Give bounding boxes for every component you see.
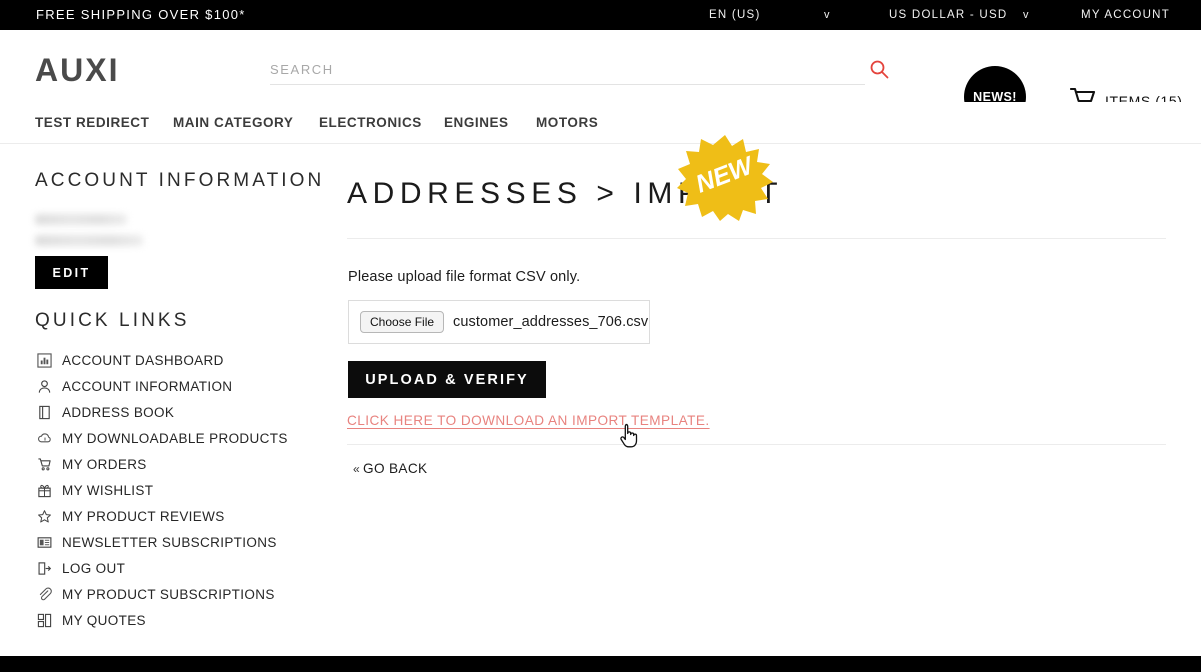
chevron-down-icon-language[interactable]: v bbox=[824, 9, 831, 21]
upload-instruction: Please upload file format CSV only. bbox=[348, 269, 581, 285]
sidebar-item-label: MY ORDERS bbox=[62, 456, 147, 472]
page-root: FREE SHIPPING OVER $100* EN (US) v US DO… bbox=[0, 0, 1201, 672]
nav-item-engines[interactable]: ENGINES bbox=[444, 115, 509, 130]
newsletter-icon bbox=[35, 533, 54, 551]
sidebar-item-label: ADDRESS BOOK bbox=[62, 404, 175, 420]
book-icon bbox=[35, 403, 54, 421]
site-logo[interactable]: AUXI bbox=[35, 52, 119, 89]
go-back-link[interactable]: «GO BACK bbox=[353, 461, 427, 476]
choose-file-button[interactable]: Choose File bbox=[360, 311, 445, 333]
sidebar-item-label: ACCOUNT INFORMATION bbox=[62, 378, 233, 394]
sidebar-item-log-out[interactable]: LOG OUT bbox=[35, 555, 315, 581]
new-starburst-badge: NEW bbox=[677, 133, 773, 221]
paperclip-icon bbox=[35, 585, 54, 603]
quick-links-heading: QUICK LINKS bbox=[35, 310, 190, 331]
search-icon[interactable] bbox=[869, 59, 889, 84]
account-sidebar: ACCOUNT INFORMATION EDIT QUICK LINKS ACC… bbox=[0, 144, 321, 656]
go-back-label: GO BACK bbox=[363, 461, 428, 476]
file-input[interactable]: Choose File customer_addresses_706.csv bbox=[348, 300, 650, 344]
sidebar-item-address-book[interactable]: ADDRESS BOOK bbox=[35, 399, 315, 425]
sidebar-item-account-information[interactable]: ACCOUNT INFORMATION bbox=[35, 373, 315, 399]
quotes-icon bbox=[35, 611, 54, 629]
sidebar-item-label: MY DOWNLOADABLE PRODUCTS bbox=[62, 430, 288, 446]
selected-file-name: customer_addresses_706.csv bbox=[453, 314, 649, 330]
user-icon bbox=[35, 377, 54, 395]
search-bar bbox=[270, 55, 903, 87]
language-selector[interactable]: EN (US) bbox=[709, 9, 761, 21]
sidebar-item-my-orders[interactable]: MY ORDERS bbox=[35, 451, 315, 477]
my-account-link[interactable]: MY ACCOUNT bbox=[1081, 9, 1170, 21]
edit-button[interactable]: EDIT bbox=[35, 256, 108, 289]
sidebar-item-label: MY PRODUCT SUBSCRIPTIONS bbox=[62, 586, 275, 602]
gift-icon bbox=[35, 481, 54, 499]
content-divider-top bbox=[347, 238, 1166, 239]
top-utility-bar: FREE SHIPPING OVER $100* EN (US) v US DO… bbox=[0, 0, 1201, 30]
currency-selector[interactable]: US DOLLAR - USD bbox=[889, 9, 1007, 21]
chevron-down-icon-currency[interactable]: v bbox=[1023, 9, 1030, 21]
sidebar-item-label: NEWSLETTER SUBSCRIPTIONS bbox=[62, 534, 277, 550]
nav-item-motors[interactable]: MOTORS bbox=[536, 115, 598, 130]
nav-item-electronics[interactable]: ELECTRONICS bbox=[319, 115, 422, 130]
sidebar-item-my-wishlist[interactable]: MY WISHLIST bbox=[35, 477, 315, 503]
sidebar-item-label: LOG OUT bbox=[62, 560, 126, 576]
sidebar-item-my-product-reviews[interactable]: MY PRODUCT REVIEWS bbox=[35, 503, 315, 529]
search-input[interactable] bbox=[270, 55, 865, 85]
sidebar-item-label: MY WISHLIST bbox=[62, 482, 154, 498]
sidebar-item-newsletter-subscriptions[interactable]: NEWSLETTER SUBSCRIPTIONS bbox=[35, 529, 315, 555]
sidebar-item-my-product-subscriptions[interactable]: MY PRODUCT SUBSCRIPTIONS bbox=[35, 581, 315, 607]
cart-icon bbox=[35, 455, 54, 473]
sidebar-item-my-downloadable-products[interactable]: MY DOWNLOADABLE PRODUCTS bbox=[35, 425, 315, 451]
sidebar-item-label: MY QUOTES bbox=[62, 612, 146, 628]
site-header: AUXI NEWS! ITEMS (15) bbox=[0, 30, 1201, 128]
user-name-redacted bbox=[35, 214, 127, 225]
sidebar-item-label: ACCOUNT DASHBOARD bbox=[62, 352, 224, 368]
upload-and-verify-button[interactable]: UPLOAD & VERIFY bbox=[348, 361, 546, 398]
logout-icon bbox=[35, 559, 54, 577]
double-chevron-left-icon: « bbox=[353, 462, 361, 476]
nav-item-test-redirect[interactable]: TEST REDIRECT bbox=[35, 115, 149, 130]
promo-text: FREE SHIPPING OVER $100* bbox=[36, 7, 246, 22]
user-email-redacted bbox=[35, 235, 143, 246]
star-icon bbox=[35, 507, 54, 525]
sidebar-item-label: MY PRODUCT REVIEWS bbox=[62, 508, 225, 524]
account-information-heading: ACCOUNT INFORMATION bbox=[35, 170, 325, 191]
quick-links-list: ACCOUNT DASHBOARD ACCOUNT INFORMATION AD… bbox=[35, 347, 315, 633]
cloud-download-icon bbox=[35, 429, 54, 447]
content-divider-bottom bbox=[347, 444, 1166, 445]
nav-item-main-category[interactable]: MAIN CATEGORY bbox=[173, 115, 293, 130]
site-footer bbox=[0, 656, 1201, 672]
download-import-template-link[interactable]: CLICK HERE TO DOWNLOAD AN IMPORT TEMPLAT… bbox=[347, 413, 710, 428]
sidebar-item-my-quotes[interactable]: MY QUOTES bbox=[35, 607, 315, 633]
sidebar-item-account-dashboard[interactable]: ACCOUNT DASHBOARD bbox=[35, 347, 315, 373]
main-navigation: TEST REDIRECT MAIN CATEGORY ELECTRONICS … bbox=[0, 102, 1201, 144]
dashboard-icon bbox=[35, 351, 54, 369]
